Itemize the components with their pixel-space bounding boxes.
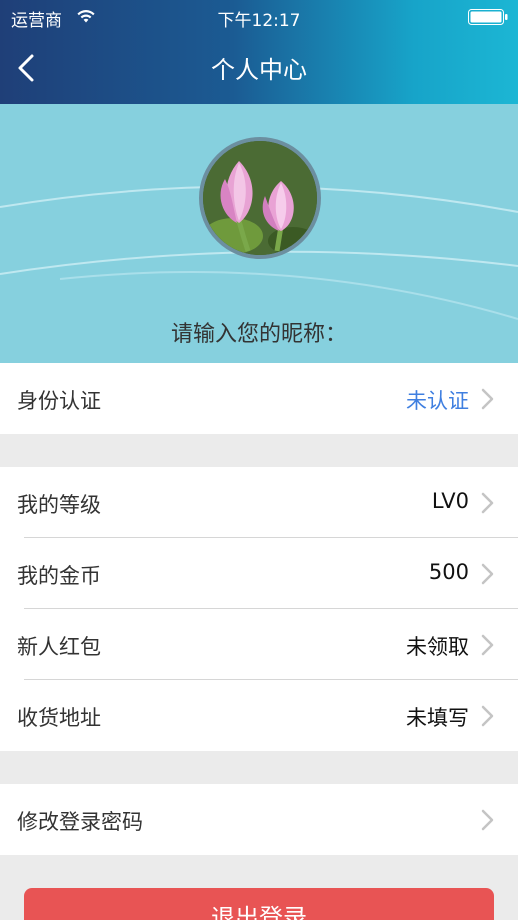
coins-label: 我的金币 [17, 564, 101, 588]
flower-avatar-image [203, 141, 317, 255]
red-packet-value: 未领取 [406, 635, 469, 659]
logout-button[interactable]: 退出登录 [24, 888, 494, 920]
coins-row[interactable]: 我的金币 500 [0, 538, 518, 609]
change-password-row[interactable]: 修改登录密码 [0, 784, 518, 855]
level-value: LV0 [431, 489, 469, 513]
level-label: 我的等级 [17, 493, 101, 517]
change-password-label: 修改登录密码 [17, 810, 143, 834]
identity-status: 未认证 [406, 389, 469, 413]
coins-value: 500 [428, 560, 469, 584]
identity-row[interactable]: 身份认证 未认证 [0, 363, 518, 434]
level-row[interactable]: 我的等级 LV0 [0, 467, 518, 538]
nickname-input-prompt[interactable]: 请输入您的昵称： [0, 316, 518, 348]
chevron-right-icon [481, 809, 495, 831]
chevron-right-icon [481, 388, 495, 410]
chevron-right-icon [481, 634, 495, 656]
chevron-right-icon [481, 705, 495, 727]
status-time: 下午12:17 [217, 11, 301, 31]
chevron-right-icon [481, 563, 495, 585]
avatar[interactable] [199, 137, 321, 259]
page-title: 个人中心 [211, 56, 307, 84]
chevron-right-icon [481, 492, 495, 514]
red-packet-label: 新人红包 [17, 635, 101, 659]
address-label: 收货地址 [17, 706, 101, 730]
identity-label: 身份认证 [17, 389, 101, 413]
address-row[interactable]: 收货地址 未填写 [0, 680, 518, 751]
header: 运营商 下午12:17 个人中心 [0, 0, 518, 104]
status-bar: 运营商 下午12:17 [0, 0, 518, 34]
battery-icon [468, 9, 508, 30]
red-packet-row[interactable]: 新人红包 未领取 [0, 609, 518, 680]
profile-banner: 请输入您的昵称： [0, 104, 518, 363]
address-value: 未填写 [406, 706, 469, 730]
